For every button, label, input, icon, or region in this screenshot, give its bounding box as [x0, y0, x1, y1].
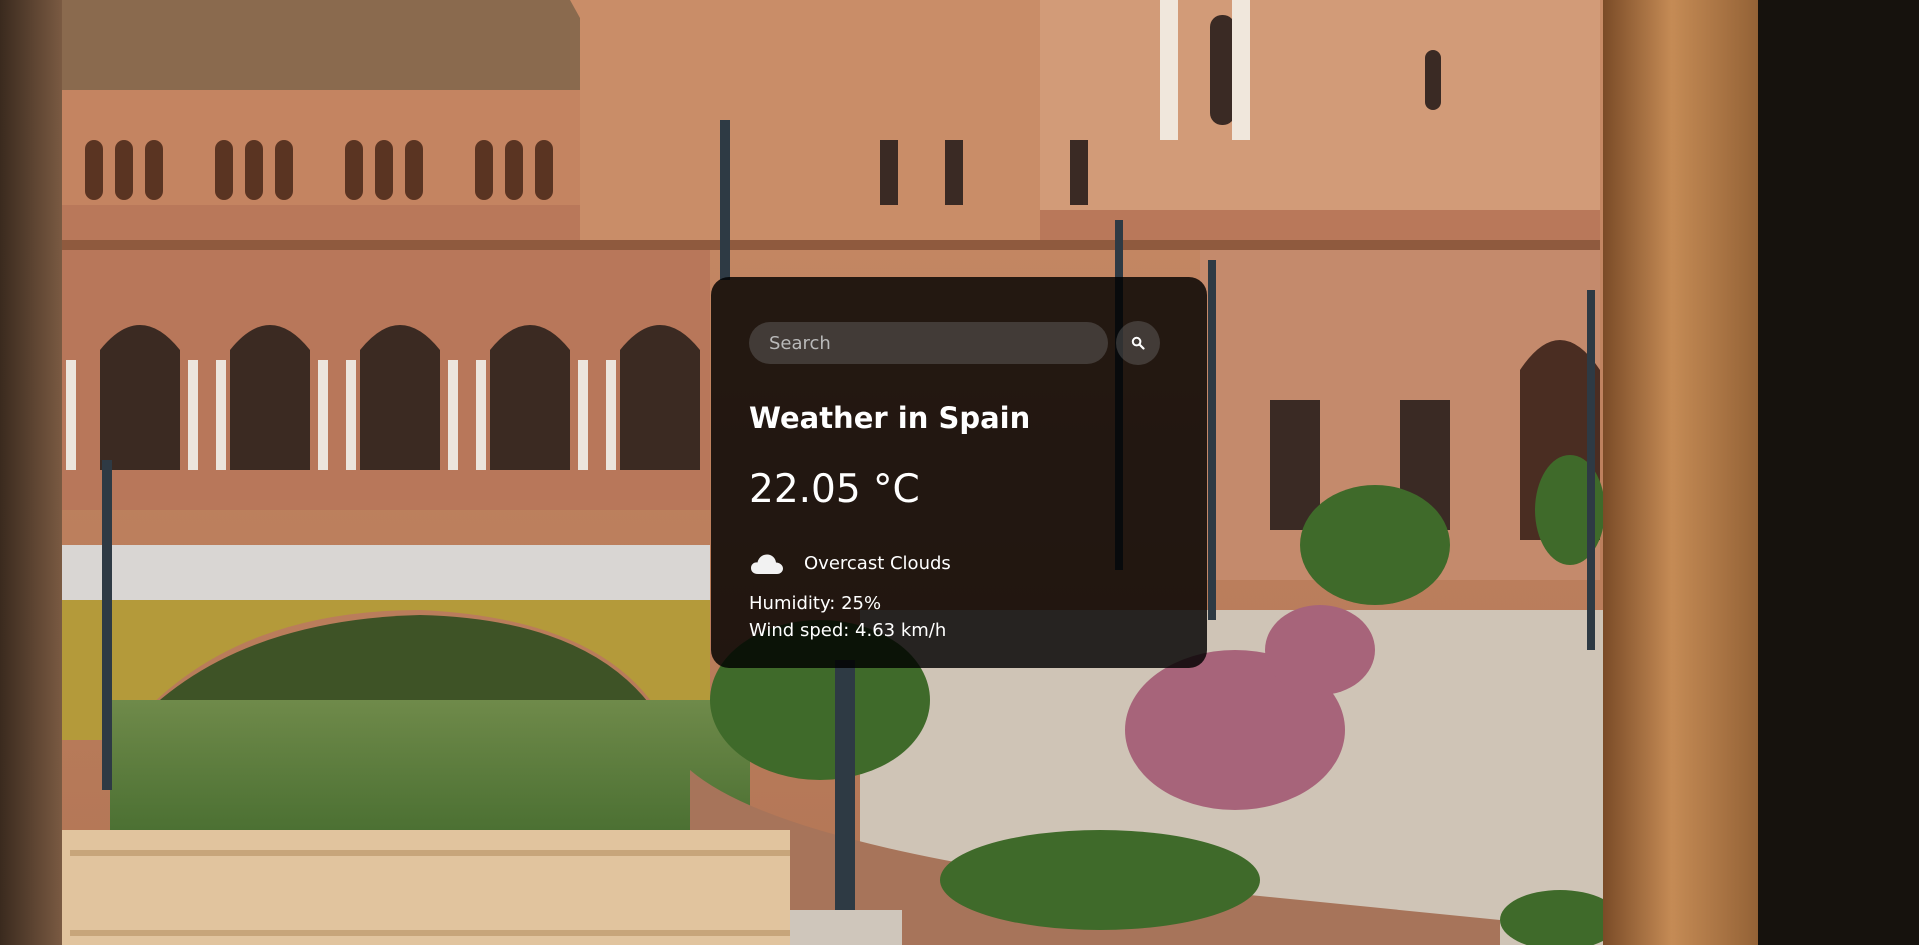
search-icon	[1131, 336, 1145, 350]
search-bar	[749, 321, 1169, 365]
temperature-value: 22.05 °C	[749, 466, 920, 512]
cloud-icon	[751, 554, 783, 574]
wind-speed-value: Wind sped: 4.63 km/h	[749, 619, 947, 641]
weather-title: Weather in Spain	[749, 401, 1031, 435]
search-button[interactable]	[1116, 321, 1160, 365]
weather-card: Weather in Spain 22.05 °C Overcast Cloud…	[711, 277, 1207, 668]
search-input[interactable]	[749, 322, 1108, 364]
weather-description: Overcast Clouds	[804, 553, 951, 575]
humidity-value: Humidity: 25%	[749, 592, 882, 614]
weather-condition: Overcast Clouds	[749, 552, 1169, 576]
